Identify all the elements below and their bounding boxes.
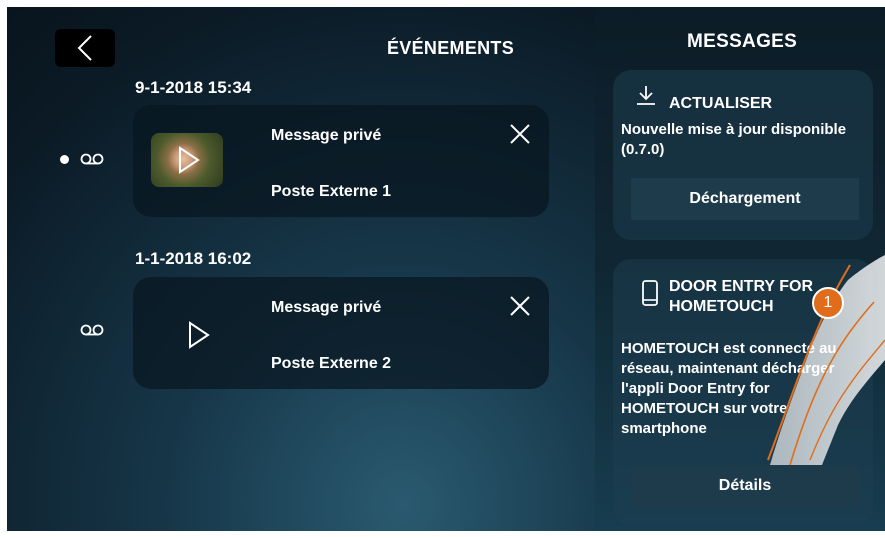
event-date: 9-1-2018 15:34 [135, 78, 252, 97]
play-icon [179, 146, 200, 174]
event-source: Poste Externe 1 [271, 183, 392, 200]
event-card[interactable]: Message privé Poste Externe 2 [133, 277, 549, 389]
events-title: ÉVÉNEMENTS [387, 38, 515, 58]
event-source: Poste Externe 2 [271, 355, 392, 372]
close-icon[interactable] [509, 295, 531, 317]
event-date: 1-1-2018 16:02 [135, 249, 252, 268]
video-thumbnail[interactable] [151, 133, 223, 187]
unread-dot [60, 155, 69, 164]
chevron-left-icon [77, 35, 92, 61]
messages-title: MESSAGES [687, 31, 798, 52]
pointing-hand-icon [767, 255, 885, 466]
message-body: Nouvelle mise à jour disponible (0.7.0) [621, 121, 847, 158]
download-button[interactable]: Déchargement [631, 178, 859, 220]
event-title: Message privé [271, 299, 382, 316]
event-title: Message privé [271, 127, 382, 144]
event-card[interactable]: Message privé Poste Externe 1 [133, 105, 549, 217]
message-title: ACTUALISER [669, 95, 773, 112]
voicemail-icon [80, 324, 104, 336]
callout-badge: 1 [812, 287, 844, 319]
close-icon[interactable] [509, 123, 531, 145]
download-icon [637, 86, 655, 105]
message-card: ACTUALISER Nouvelle mise à jour disponib… [613, 70, 873, 240]
voicemail-icon [80, 153, 104, 165]
back-button[interactable] [55, 29, 115, 67]
play-icon[interactable] [187, 320, 211, 350]
smartphone-icon [642, 280, 658, 306]
